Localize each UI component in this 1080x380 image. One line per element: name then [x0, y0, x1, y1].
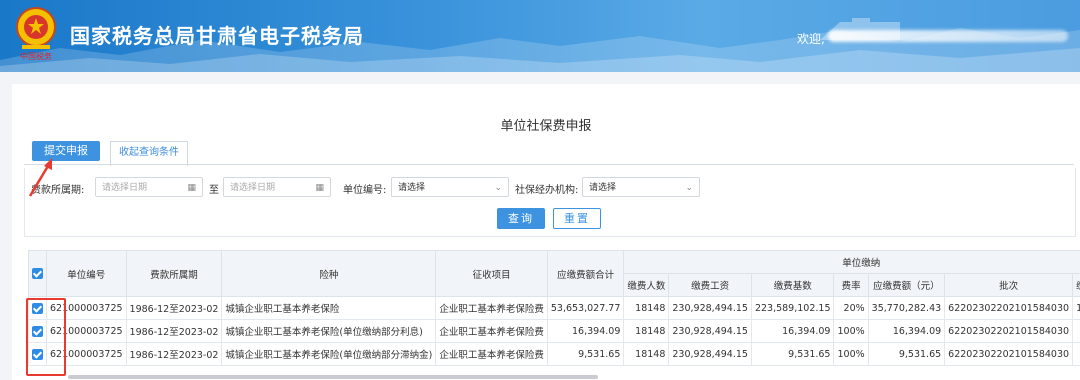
declaration-table: 单位编号 费款所属期 险种 征收项目 应缴费额合计 单位缴纳 缴费人数 缴费工资… — [28, 250, 1080, 366]
chevron-down-icon: ⌄ — [494, 183, 502, 193]
cell-insurance: 城镇企业职工基本养老保险(单位缴纳部分滞纳金) — [221, 342, 437, 366]
period-end-placeholder: 请选择日期 — [230, 183, 276, 193]
cell-total: 16,394.09 — [546, 319, 625, 343]
col-period: 费款所属期 — [125, 250, 223, 297]
cell-batch: 62202302202101584030 — [944, 319, 1074, 343]
period-label: 费款所属期: — [31, 185, 85, 196]
select-all-cell[interactable] — [28, 250, 47, 297]
cell-item: 企业职工基本养老保险费 — [435, 319, 548, 343]
welcome-text: 欢迎, — [797, 32, 825, 46]
cell-batch: 62202302202101584030 — [944, 296, 1074, 320]
cell-extra: 18 — [1072, 296, 1080, 320]
period-start-input[interactable]: 请选择日期 ▦ — [95, 177, 203, 197]
cell-rate: 100% — [833, 319, 869, 343]
agency-label: 社保经办机构: — [515, 185, 579, 196]
cell-persons: 18148 — [623, 319, 670, 343]
cell-due: 16,394.09 — [867, 319, 946, 343]
select-all-checkbox[interactable] — [32, 268, 43, 279]
cell-due: 35,770,282.43 — [867, 296, 946, 320]
masked-username — [828, 30, 1068, 42]
cell-insurance: 城镇企业职工基本养老保险 — [221, 296, 437, 320]
declaration-table-wrapper: 单位编号 费款所属期 险种 征收项目 应缴费额合计 单位缴纳 缴费人数 缴费工资… — [28, 250, 1080, 380]
tab-divider — [24, 164, 1074, 165]
site-title: 国家税务总局甘肃省电子税务局 — [70, 24, 364, 48]
header-banner: 中国税务 国家税务总局甘肃省电子税务局 欢迎, — [0, 0, 1080, 72]
cell-persons: 18148 — [623, 342, 670, 366]
unit-no-label: 单位编号: — [343, 185, 387, 196]
table-row[interactable]: 621000003725 1986-12至2023-02 城镇企业职工基本养老保… — [28, 342, 1080, 366]
agency-select[interactable]: 请选择 ⌄ — [582, 177, 700, 197]
col-group-unit-pay: 单位缴纳 — [623, 250, 1080, 274]
col-total: 应缴费额合计 — [546, 250, 625, 297]
cell-total: 9,531.65 — [546, 342, 625, 366]
cell-base: 16,394.09 — [750, 319, 835, 343]
tab-collapse-query[interactable]: 收起查询条件 — [110, 141, 188, 166]
col-unit-no: 单位编号 — [46, 250, 127, 297]
query-button[interactable]: 查询 — [497, 208, 545, 229]
main-panel: 单位社保费申报 提交申报 收起查询条件 费款所属期: 请选择日期 ▦ 至 请选择… — [12, 84, 1080, 380]
tax-emblem-icon: 中国税务 — [12, 5, 60, 65]
cell-batch: 62202302202101584030 — [944, 342, 1074, 366]
horizontal-scrollbar[interactable] — [68, 375, 598, 379]
col-base: 缴费基数 — [750, 273, 835, 297]
cell-period: 1986-12至2023-02 — [125, 319, 223, 343]
unit-no-select[interactable]: 请选择 ⌄ — [391, 177, 509, 197]
cell-wage: 230,928,494.15 — [668, 319, 752, 343]
cell-total: 53,653,027.77 — [546, 296, 625, 320]
cell-due: 9,531.65 — [867, 342, 946, 366]
table-row[interactable]: 621000003725 1986-12至2023-02 城镇企业职工基本养老保… — [28, 296, 1080, 320]
col-rate: 费率 — [833, 273, 869, 297]
calendar-icon: ▦ — [187, 183, 196, 193]
chevron-down-icon: ⌄ — [685, 183, 693, 193]
cell-insurance: 城镇企业职工基本养老保险(单位缴纳部分利息) — [221, 319, 437, 343]
col-extra: 缴费 — [1072, 273, 1080, 297]
page-title: 单位社保费申报 — [500, 119, 592, 134]
cell-wage: 230,928,494.15 — [668, 342, 752, 366]
cell-rate: 20% — [833, 296, 869, 320]
table-row[interactable]: 621000003725 1986-12至2023-02 城镇企业职工基本养老保… — [28, 319, 1080, 343]
col-batch: 批次 — [944, 273, 1074, 297]
col-persons: 缴费人数 — [623, 273, 670, 297]
cell-extra — [1072, 342, 1080, 366]
col-insurance: 险种 — [221, 250, 437, 297]
unit-no-value: 请选择 — [398, 183, 426, 193]
col-item: 征收项目 — [435, 250, 548, 297]
cell-persons: 18148 — [623, 296, 670, 320]
cell-period: 1986-12至2023-02 — [125, 296, 223, 320]
reset-button[interactable]: 重置 — [553, 208, 601, 229]
cell-item: 企业职工基本养老保险费 — [435, 296, 548, 320]
calendar-icon: ▦ — [315, 183, 324, 193]
to-label: 至 — [209, 185, 219, 196]
period-end-input[interactable]: 请选择日期 ▦ — [223, 177, 331, 197]
cell-extra — [1072, 319, 1080, 343]
cell-wage: 230,928,494.15 — [668, 296, 752, 320]
cell-base: 9,531.65 — [750, 342, 835, 366]
submit-declaration-button[interactable]: 提交申报 — [32, 141, 100, 161]
col-wage: 缴费工资 — [668, 273, 752, 297]
cell-rate: 100% — [833, 342, 869, 366]
cell-base: 223,589,102.15 — [750, 296, 835, 320]
agency-value: 请选择 — [589, 183, 617, 193]
filter-area: 费款所属期: 请选择日期 ▦ 至 请选择日期 ▦ 单位编号: 请选择 ⌄ 社保经… — [24, 168, 1076, 237]
cell-item: 企业职工基本养老保险费 — [435, 342, 548, 366]
period-start-placeholder: 请选择日期 — [102, 183, 148, 193]
emblem-text: 中国税务 — [20, 52, 52, 61]
cell-period: 1986-12至2023-02 — [125, 342, 223, 366]
highlight-box — [26, 298, 66, 376]
col-due: 应缴费额（元） — [867, 273, 946, 297]
